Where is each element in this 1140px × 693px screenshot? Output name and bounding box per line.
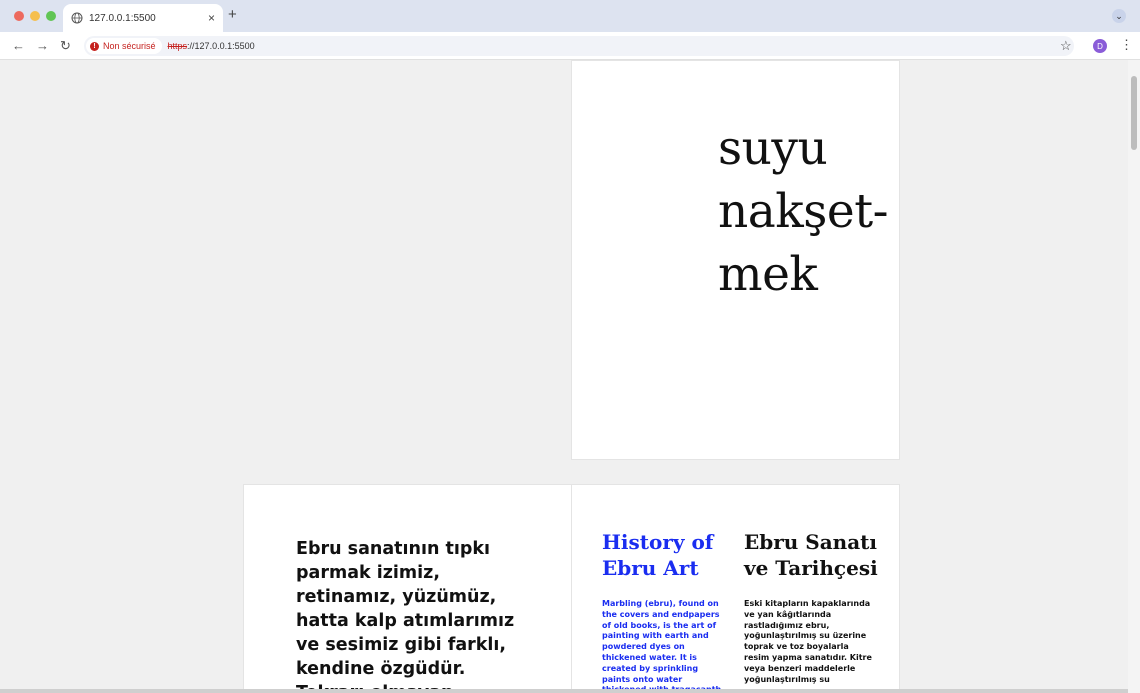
- security-chip[interactable]: ! Non sécurisé: [86, 38, 162, 54]
- maximize-window-button[interactable]: [46, 11, 56, 21]
- url-text[interactable]: https://127.0.0.1:5500: [168, 41, 255, 51]
- hero-heading: suyu nakşet- mek: [718, 117, 888, 306]
- history-body-tr: Eski kitapların kapaklarında ve yan kâğı…: [744, 599, 872, 684]
- kebab-menu-icon[interactable]: ⋮: [1120, 37, 1133, 53]
- tab-title: 127.0.0.1:5500: [89, 12, 156, 24]
- reload-icon[interactable]: ↻: [60, 38, 71, 54]
- back-arrow-icon[interactable]: ←: [12, 38, 25, 53]
- horizontal-scrollbar[interactable]: [0, 689, 1128, 693]
- vertical-scrollbar[interactable]: [1128, 60, 1140, 693]
- close-window-button[interactable]: [14, 11, 24, 21]
- history-body-en: Marbling (ebru), found on the covers and…: [602, 599, 721, 693]
- warning-icon: !: [90, 41, 99, 51]
- hero-line: nakşet-: [718, 184, 888, 239]
- address-toolbar: ← → ↻ ! Non sécurisé https://127.0.0.1:5…: [0, 32, 1140, 60]
- intro-card: Ebru sanatının tıpkı parmak izimiz, reti…: [243, 484, 572, 693]
- new-tab-button[interactable]: +: [228, 6, 237, 23]
- scrollbar-thumb[interactable]: [1131, 76, 1137, 150]
- browser-tab[interactable]: 127.0.0.1:5500 ×: [63, 4, 223, 32]
- tab-close-icon[interactable]: ×: [208, 11, 215, 25]
- forward-arrow-icon[interactable]: →: [36, 38, 49, 53]
- address-bar[interactable]: ! Non sécurisé https://127.0.0.1:5500: [84, 36, 1074, 56]
- hero-line: mek: [718, 247, 818, 302]
- tab-search-chevron-icon[interactable]: ⌄: [1112, 9, 1126, 23]
- security-label: Non sécurisé: [103, 41, 156, 51]
- browser-tab-bar: 127.0.0.1:5500 × + ⌄: [0, 0, 1140, 32]
- history-title-en: History of Ebru Art: [602, 530, 714, 580]
- star-icon[interactable]: ☆: [1060, 38, 1072, 54]
- hero-line: suyu: [718, 121, 828, 176]
- globe-icon: [71, 12, 83, 24]
- minimize-window-button[interactable]: [30, 11, 40, 21]
- url-host: ://127.0.0.1:5500: [187, 41, 255, 51]
- page-viewport: suyu nakşet- mek Ebru sanatının tıpkı pa…: [0, 60, 1140, 693]
- intro-paragraph: Ebru sanatının tıpkı parmak izimiz, reti…: [296, 539, 515, 693]
- hero-card: suyu nakşet- mek: [571, 60, 900, 460]
- url-scheme: https: [167, 41, 188, 51]
- profile-avatar[interactable]: D: [1093, 39, 1107, 53]
- history-title-tr: Ebru Sanatı ve Tarihçesi: [744, 530, 878, 580]
- history-card: History of Ebru Art Ebru Sanatı ve Tarih…: [571, 484, 900, 693]
